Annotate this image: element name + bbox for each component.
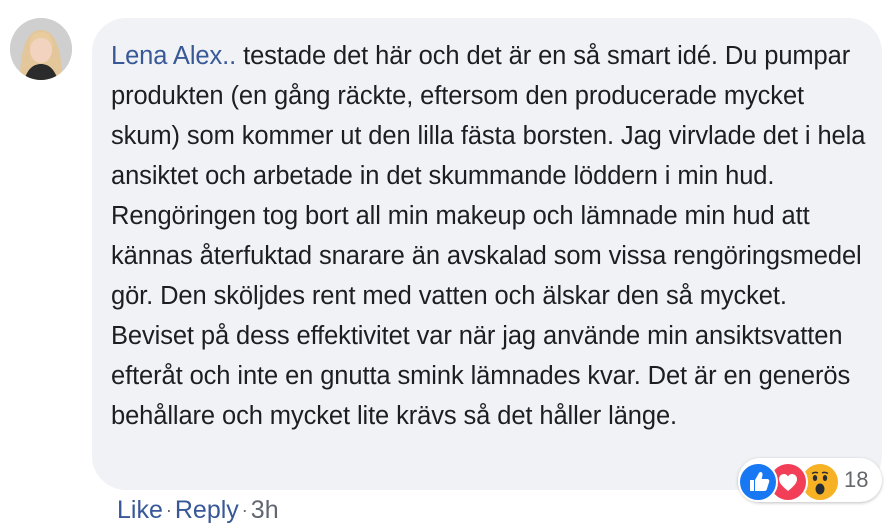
like-icon xyxy=(738,462,778,502)
reactions-summary[interactable]: 18 xyxy=(738,458,882,502)
reaction-count: 18 xyxy=(844,467,869,492)
separator-dot: · xyxy=(165,500,172,520)
avatar[interactable] xyxy=(10,18,72,80)
comment-thread: Lena Alex.. testade det här och det är e… xyxy=(0,0,892,528)
like-button[interactable]: Like xyxy=(117,496,163,524)
comment-timestamp[interactable]: 3h xyxy=(251,496,279,524)
comment-actions: Like · Reply · 3h xyxy=(117,494,279,528)
avatar-photo xyxy=(10,18,72,80)
comment-text: testade det här och det är en så smart i… xyxy=(111,42,866,430)
separator-dot: · xyxy=(241,500,248,520)
comment-body: Lena Alex.. testade det här och det är e… xyxy=(111,36,871,436)
reply-button[interactable]: Reply xyxy=(175,496,239,524)
comment-author-link[interactable]: Lena Alex.. xyxy=(111,42,236,70)
